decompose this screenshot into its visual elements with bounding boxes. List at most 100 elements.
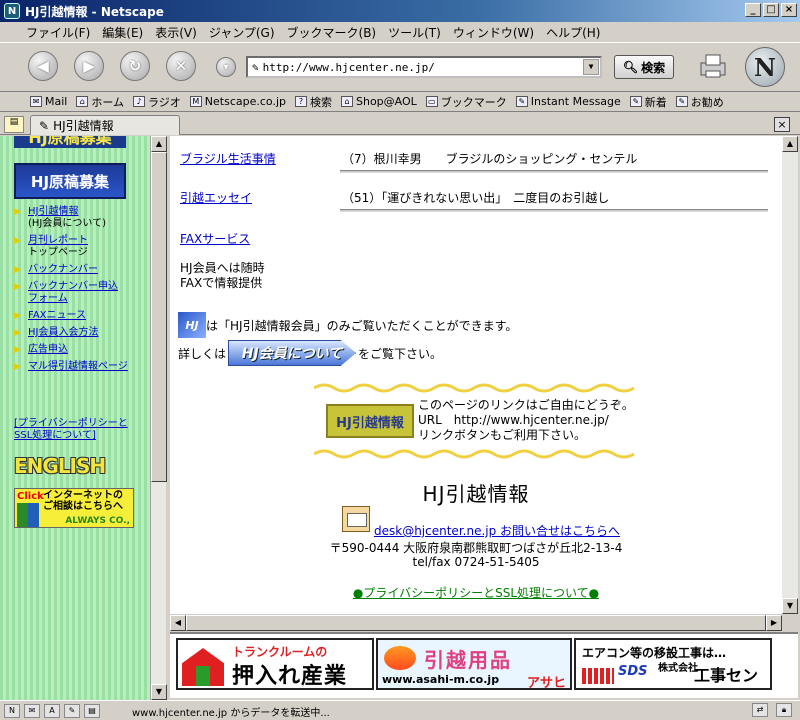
email-link[interactable]: desk@hjcenter.ne.jp お問い合せはこちらへ bbox=[374, 522, 620, 539]
english-link[interactable]: ENGLISH bbox=[14, 454, 106, 482]
stripe-icon bbox=[582, 668, 614, 684]
scroll-right-icon[interactable]: ▶ bbox=[766, 615, 782, 631]
go-down-icon[interactable]: ▾ bbox=[216, 57, 236, 77]
composer-icon[interactable]: ✎ bbox=[64, 703, 80, 718]
link-fax[interactable]: FAXサービス bbox=[180, 230, 250, 247]
scroll-up-icon[interactable]: ▲ bbox=[151, 136, 167, 152]
menu-view[interactable]: 表示(V) bbox=[149, 24, 203, 41]
navigator-icon[interactable]: N bbox=[4, 703, 20, 718]
scroll-down-icon[interactable]: ▼ bbox=[151, 684, 167, 700]
sidebar-toggle-icon[interactable]: ▤ bbox=[4, 116, 24, 133]
list-item: ▶ マル得引越情報ページ bbox=[14, 361, 164, 373]
detail-row: 詳しくは HJ会員について をご覧下さい。 bbox=[178, 340, 442, 366]
privacy-link[interactable]: ●プライバシーポリシーとSSL処理について● bbox=[170, 584, 782, 601]
privacy-link-left[interactable]: [プライバシーポリシーと SSL処理について] bbox=[14, 418, 128, 442]
ad-oshiire[interactable]: トランクルームの 押入れ産業 bbox=[176, 638, 374, 690]
menu-help[interactable]: ヘルプ(H) bbox=[540, 24, 606, 41]
maximize-button[interactable]: □ bbox=[763, 3, 779, 17]
stop-icon[interactable]: ✕ bbox=[166, 51, 196, 81]
status-right: ⇄ 🔒︎ bbox=[752, 703, 796, 717]
search-icon: 🔍︎ bbox=[622, 60, 639, 74]
addressbook-icon[interactable]: ▤ bbox=[84, 703, 100, 718]
scroll-thumb[interactable] bbox=[151, 152, 167, 482]
minimize-button[interactable]: _ bbox=[745, 3, 761, 17]
mail-icon[interactable]: ✉ bbox=[24, 703, 40, 718]
menu-go[interactable]: ジャンプ(G) bbox=[203, 24, 281, 41]
list-item: ▶ バックナンバー bbox=[14, 264, 164, 276]
bookmark-radio[interactable]: ♪ ラジオ bbox=[133, 94, 181, 110]
im-icon[interactable]: A bbox=[44, 703, 60, 718]
print-icon[interactable] bbox=[698, 51, 728, 81]
nav-link-join[interactable]: HJ会員入会方法 bbox=[28, 327, 98, 338]
left-scrollbar[interactable]: ▲ ▼ bbox=[150, 136, 167, 700]
menu-edit[interactable]: 編集(E) bbox=[96, 24, 149, 41]
security-lock-icon[interactable]: 🔒︎ bbox=[776, 703, 792, 717]
hj-link-banner[interactable]: HJ引越情報 bbox=[326, 404, 414, 438]
online-icon[interactable]: ⇄ bbox=[752, 703, 768, 717]
nav-link-monthly[interactable]: 月刊レポート bbox=[28, 235, 88, 246]
link-essay[interactable]: 引越エッセイ bbox=[180, 189, 252, 206]
scroll-up-icon[interactable]: ▲ bbox=[782, 136, 798, 152]
tab-bar: ▤ ✎ HJ引越情報 × bbox=[0, 113, 800, 135]
bookmark-folder[interactable]: ▭ ブックマーク bbox=[425, 94, 507, 110]
main-hscrollbar[interactable]: ◀ ▶ bbox=[170, 614, 782, 631]
bullet-icon: ▶ bbox=[14, 311, 21, 321]
bookmark-mail[interactable]: ✉ Mail bbox=[30, 95, 67, 108]
bullet-icon: ▶ bbox=[14, 265, 21, 275]
nav-link-fax[interactable]: FAXニュース bbox=[28, 310, 86, 321]
bookmark-shop[interactable]: ⌂ Shop@AOL bbox=[341, 95, 417, 108]
scroll-left-icon[interactable]: ◀ bbox=[170, 615, 186, 631]
hj-badge-icon: HJ bbox=[178, 312, 206, 338]
list-item: ▶ HJ引越情報 (HJ会員について) bbox=[14, 206, 106, 229]
bookmark-im[interactable]: ✎ Instant Message bbox=[515, 95, 621, 108]
divider bbox=[340, 170, 768, 173]
url-field[interactable]: ✎ http://www.hjcenter.ne.jp/ ▼ bbox=[246, 56, 602, 78]
link-info: このページのリンクはご自由にどうぞ。 URL http://www.hjcent… bbox=[418, 398, 634, 442]
main-scrollbar[interactable]: ▲ ▼ bbox=[782, 136, 798, 614]
desc-essay: （51）「運びきれない思い出」 二度目のお引越し bbox=[342, 191, 610, 205]
link-brazil[interactable]: ブラジル生活事情 bbox=[180, 150, 276, 167]
forward-icon[interactable]: ▶ bbox=[74, 51, 104, 81]
tab-hj[interactable]: ✎ HJ引越情報 bbox=[30, 115, 180, 135]
bullet-icon: ▶ bbox=[14, 328, 21, 338]
nav-link-deals[interactable]: マル得引越情報ページ bbox=[28, 361, 128, 372]
search-button[interactable]: 🔍︎ 検索 bbox=[614, 55, 674, 79]
ad-kouji[interactable]: エアコン等の移設工事は… SDS 株式会社 工事センター bbox=[574, 638, 772, 690]
nav-link-hj[interactable]: HJ引越情報 bbox=[28, 206, 78, 217]
reload-icon[interactable]: ↻ bbox=[120, 51, 150, 81]
nav-link-ad[interactable]: 広告申込 bbox=[28, 344, 68, 355]
menu-window[interactable]: ウィンドウ(W) bbox=[447, 24, 540, 41]
nav-link-backnumber-form[interactable]: バックナンバー申込 bbox=[28, 281, 118, 292]
menu-bookmarks[interactable]: ブックマーク(B) bbox=[281, 24, 383, 41]
tab-page-icon: ✎ bbox=[39, 118, 50, 133]
url-dropdown-icon[interactable]: ▼ bbox=[583, 59, 599, 75]
bookmark-netscape[interactable]: M Netscape.co.jp bbox=[189, 95, 286, 108]
bullet-icon: ▶ bbox=[14, 207, 21, 217]
bookmark-search[interactable]: ? 検索 bbox=[295, 94, 332, 110]
netscape-logo[interactable]: N bbox=[745, 47, 785, 87]
ad-asahi[interactable]: 引越用品 www.asahi-m.co.jp アサヒ bbox=[376, 638, 572, 690]
close-button[interactable]: × bbox=[781, 3, 797, 17]
back-icon[interactable]: ◀ bbox=[28, 51, 58, 81]
hj-member-button[interactable]: HJ会員について bbox=[228, 340, 357, 366]
always-ad[interactable]: Click インターネットの ご相談はこちらへ ALWAYS CO., bbox=[14, 488, 134, 528]
bookmark-recommend[interactable]: ✎ お勧め bbox=[675, 94, 724, 110]
menu-file[interactable]: ファイル(F) bbox=[20, 24, 96, 41]
url-text: http://www.hjcenter.ne.jp/ bbox=[262, 60, 435, 74]
hscroll-thumb[interactable] bbox=[186, 615, 766, 631]
banner-frame: トランクルームの 押入れ産業 引越用品 www.asahi-m.co.jp アサ… bbox=[170, 632, 798, 698]
wave-divider-bottom bbox=[314, 449, 635, 459]
recruit-banner[interactable]: HJ原稿募集 bbox=[14, 163, 126, 199]
close-tab-button[interactable]: × bbox=[774, 117, 790, 132]
blocks-icon bbox=[17, 503, 39, 527]
mail-icon[interactable] bbox=[342, 506, 370, 532]
scroll-down-icon[interactable]: ▼ bbox=[782, 598, 798, 614]
top-banner[interactable]: HJ原稿募集 bbox=[14, 136, 126, 148]
menu-tools[interactable]: ツール(T) bbox=[382, 24, 447, 41]
bullet-icon: ▶ bbox=[14, 236, 21, 246]
nav-link-backnumber[interactable]: バックナンバー bbox=[28, 264, 98, 275]
bookmark-new[interactable]: ✎ 新着 bbox=[629, 94, 667, 110]
bullet-icon: ▶ bbox=[14, 362, 21, 372]
bookmark-home[interactable]: ⌂ ホーム bbox=[76, 94, 124, 110]
link-icon: ✎ bbox=[515, 96, 528, 107]
